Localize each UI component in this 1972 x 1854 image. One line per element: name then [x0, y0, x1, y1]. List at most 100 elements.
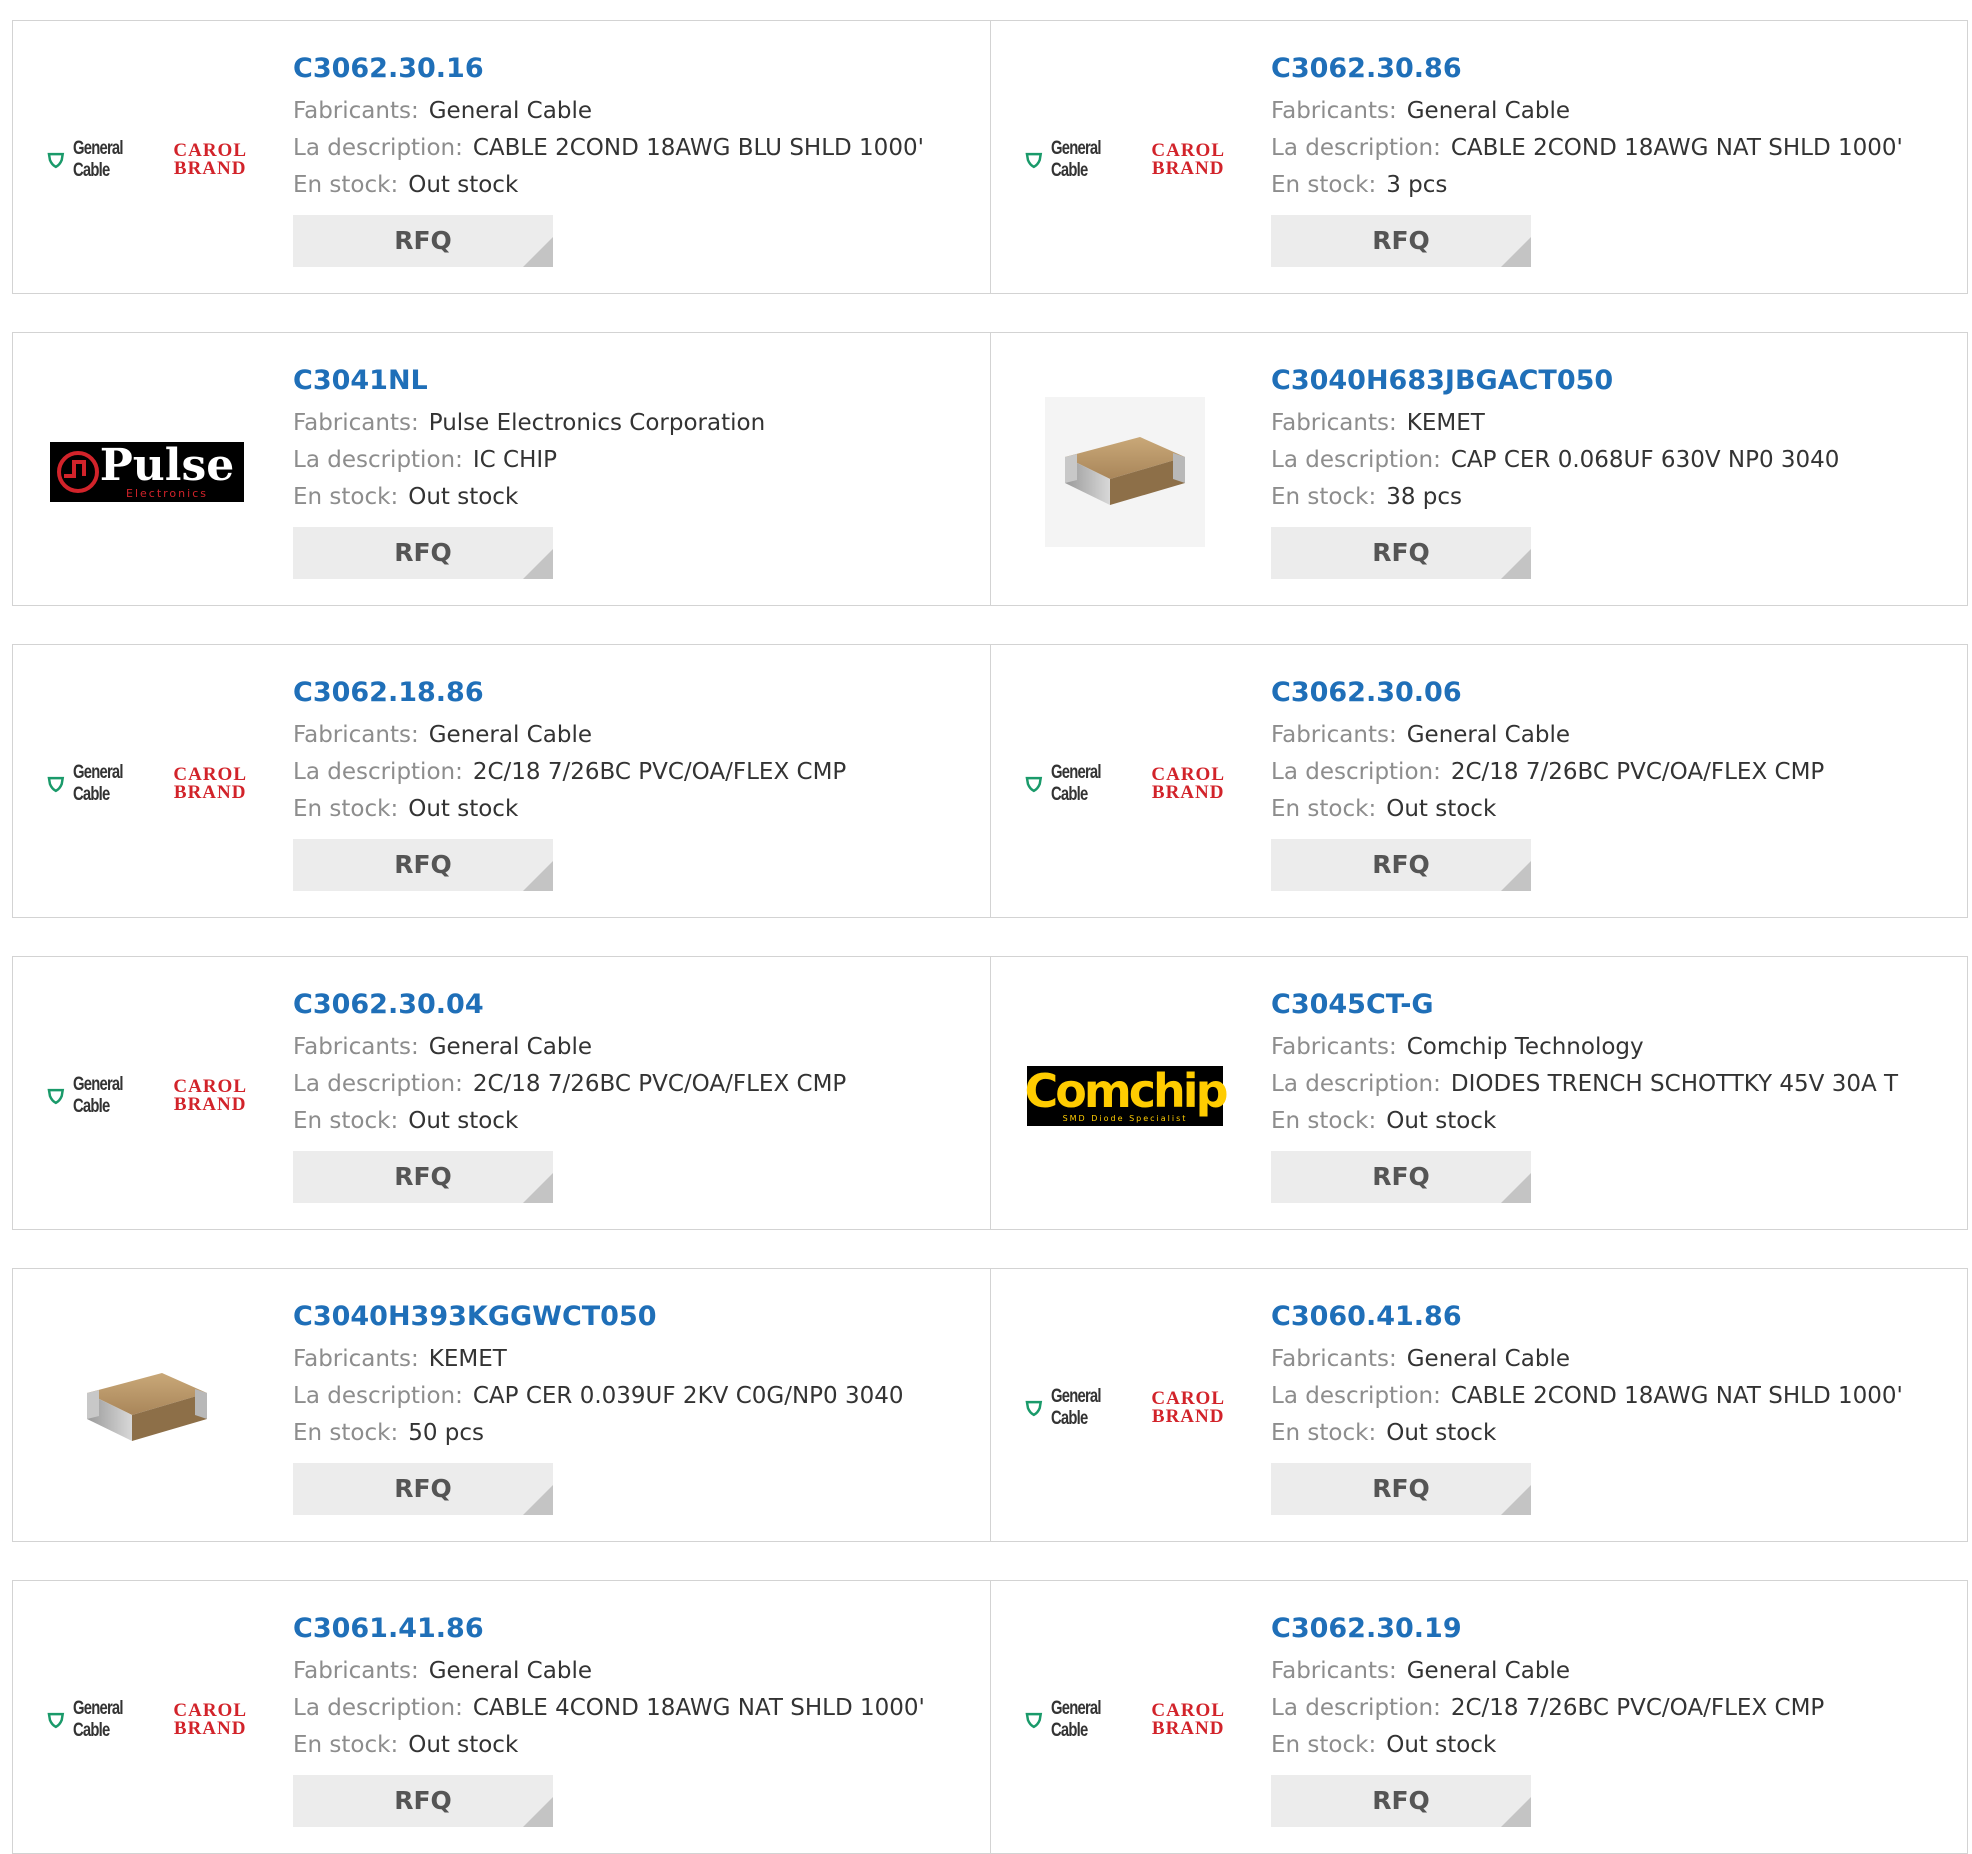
brand-text: BRAND — [1151, 782, 1225, 803]
rfq-button[interactable]: RFQ — [1271, 839, 1531, 891]
stock: En stock: Out stock — [1271, 791, 1951, 828]
rfq-button[interactable]: RFQ — [1271, 1775, 1531, 1827]
manufacturer: Fabricants: General Cable — [1271, 93, 1951, 130]
shield-icon — [1025, 152, 1043, 169]
product-image[interactable] — [1025, 367, 1225, 577]
rfq-label: RFQ — [394, 1474, 452, 1503]
general-cable-carol-logo: General Cable CAROL BRAND — [47, 138, 247, 182]
rfq-button[interactable]: RFQ — [293, 839, 553, 891]
part-number-link[interactable]: C3062.30.04 — [293, 985, 973, 1025]
stock-value: Out stock — [408, 484, 519, 510]
description-label: La description: — [293, 135, 463, 161]
corner-triangle-icon — [523, 861, 553, 891]
product-image[interactable]: General Cable CAROL BRAND — [1025, 679, 1225, 889]
rfq-button[interactable]: RFQ — [293, 1775, 553, 1827]
stock: En stock: Out stock — [1271, 1727, 1951, 1764]
product-image[interactable]: General Cable CAROL BRAND — [47, 55, 247, 265]
rfq-button[interactable]: RFQ — [293, 215, 553, 267]
product-image[interactable]: General Cable CAROL BRAND — [1025, 55, 1225, 265]
stock: En stock: Out stock — [293, 791, 973, 828]
part-number-link[interactable]: C3040H683JBGACT050 — [1271, 361, 1951, 401]
general-cable-carol-logo: General Cable CAROL BRAND — [1025, 138, 1225, 182]
stock-label: En stock: — [293, 796, 399, 822]
product-image[interactable]: General Cable CAROL BRAND — [1025, 1615, 1225, 1825]
description: La description: IC CHIP — [293, 442, 973, 479]
part-number-link[interactable]: C3062.30.16 — [293, 49, 973, 89]
product-image[interactable]: Comchip SMD Diode Specialist — [1024, 991, 1229, 1201]
description-label: La description: — [1271, 1071, 1441, 1097]
product-image[interactable]: General Cable CAROL BRAND — [47, 991, 247, 1201]
stock: En stock: 3 pcs — [1271, 167, 1951, 204]
brand-text: BRAND — [1151, 1718, 1225, 1739]
comchip-wordmark: Comchip — [1024, 1064, 1229, 1118]
rfq-button[interactable]: RFQ — [293, 1151, 553, 1203]
general-cable-wordmark: General Cable — [72, 762, 124, 805]
manufacturer-label: Fabricants: — [293, 98, 419, 124]
stock-label: En stock: — [293, 1732, 399, 1758]
part-number-link[interactable]: C3041NL — [293, 361, 973, 401]
manufacturer-value: General Cable — [1406, 98, 1570, 124]
stock-label: En stock: — [1271, 172, 1377, 198]
part-number-link[interactable]: C3062.30.86 — [1271, 49, 1951, 89]
rfq-button[interactable]: RFQ — [1271, 215, 1531, 267]
manufacturer-label: Fabricants: — [1271, 98, 1397, 124]
description: La description: CAP CER 0.068UF 630V NP0 … — [1271, 442, 1951, 479]
rfq-button[interactable]: RFQ — [1271, 527, 1531, 579]
part-number-link[interactable]: C3045CT-G — [1271, 985, 1951, 1025]
manufacturer: Fabricants: General Cable — [293, 717, 973, 754]
part-number-link[interactable]: C3040H393KGGWCT050 — [293, 1297, 973, 1337]
part-number-link[interactable]: C3061.41.86 — [293, 1609, 973, 1649]
stock-label: En stock: — [1271, 1732, 1377, 1758]
stock-value: Out stock — [408, 172, 519, 198]
part-number-link[interactable]: C3062.18.86 — [293, 673, 973, 713]
product-row: General Cable CAROL BRAND C3061.41.86 Fabric… — [12, 1580, 1968, 1854]
description-label: La description: — [1271, 447, 1441, 473]
rfq-button[interactable]: RFQ — [293, 527, 553, 579]
product-card: C3040H393KGGWCT050 Fabricants: KEMET La des… — [12, 1268, 992, 1542]
rfq-label: RFQ — [1372, 538, 1430, 567]
stock-label: En stock: — [1271, 484, 1377, 510]
manufacturer-label: Fabricants: — [1271, 1346, 1397, 1372]
description-value: CAP CER 0.068UF 630V NP0 3040 — [1450, 447, 1840, 473]
corner-triangle-icon — [1501, 549, 1531, 579]
description-label: La description: — [1271, 759, 1441, 785]
stock-value: Out stock — [408, 1108, 519, 1134]
product-image[interactable] — [47, 1303, 247, 1513]
product-card: General Cable CAROL BRAND C3061.41.86 Fabric… — [12, 1580, 992, 1854]
description-value: 2C/18 7/26BC PVC/OA/FLEX CMP — [472, 1071, 847, 1097]
description-label: La description: — [1271, 1695, 1441, 1721]
brand-text: BRAND — [173, 1718, 247, 1739]
part-number-link[interactable]: C3062.30.06 — [1271, 673, 1951, 713]
pulse-subtitle: Electronics — [126, 487, 208, 500]
description-label: La description: — [293, 1071, 463, 1097]
stock-value: Out stock — [408, 796, 519, 822]
product-image[interactable]: General Cable CAROL BRAND — [47, 1615, 247, 1825]
description-value: DIODES TRENCH SCHOTTKY 45V 30A T — [1450, 1071, 1899, 1097]
manufacturer: Fabricants: Pulse Electronics Corporation — [293, 405, 973, 442]
manufacturer-label: Fabricants: — [293, 722, 419, 748]
manufacturer: Fabricants: General Cable — [1271, 1341, 1951, 1378]
rfq-button[interactable]: RFQ — [1271, 1151, 1531, 1203]
rfq-button[interactable]: RFQ — [1271, 1463, 1531, 1515]
product-image[interactable]: Pulse Electronics — [47, 367, 247, 577]
shield-icon — [47, 1712, 65, 1729]
product-info: C3062.30.86 Fabricants: General Cable La de… — [1271, 49, 1951, 267]
rfq-label: RFQ — [394, 538, 452, 567]
corner-triangle-icon — [523, 1485, 553, 1515]
stock-value: 38 pcs — [1386, 484, 1463, 510]
stock-value: Out stock — [1386, 1420, 1497, 1446]
part-number-link[interactable]: C3062.30.19 — [1271, 1609, 1951, 1649]
shield-icon — [47, 776, 65, 793]
rfq-button[interactable]: RFQ — [293, 1463, 553, 1515]
general-cable-carol-logo: General Cable CAROL BRAND — [1025, 1698, 1225, 1742]
manufacturer: Fabricants: General Cable — [293, 1029, 973, 1066]
product-image[interactable]: General Cable CAROL BRAND — [47, 679, 247, 889]
carol-brand-mark: CAROL BRAND — [173, 141, 247, 178]
description: La description: CABLE 2COND 18AWG NAT SHL… — [1271, 130, 1951, 167]
general-cable-carol-logo: General Cable CAROL BRAND — [1025, 762, 1225, 806]
description: La description: CABLE 4COND 18AWG NAT SHL… — [293, 1690, 973, 1727]
product-image[interactable]: General Cable CAROL BRAND — [1025, 1303, 1225, 1513]
part-number-link[interactable]: C3060.41.86 — [1271, 1297, 1951, 1337]
manufacturer-value: General Cable — [1406, 722, 1570, 748]
corner-triangle-icon — [1501, 1797, 1531, 1827]
